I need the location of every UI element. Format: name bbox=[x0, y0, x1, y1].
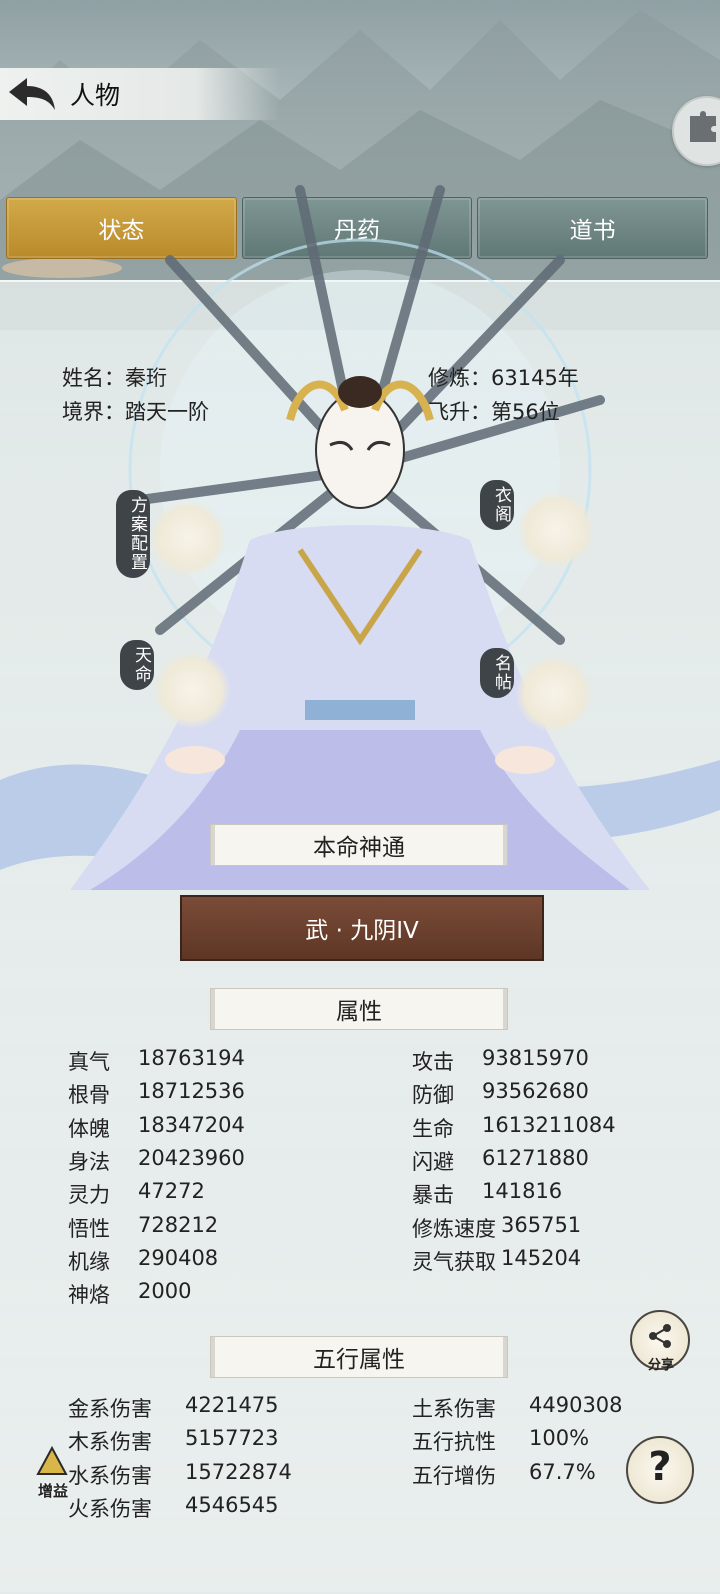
scroll-icon bbox=[150, 500, 226, 576]
stat-row: 攻击 93815970 bbox=[412, 1046, 589, 1076]
stat-label: 灵气获取 bbox=[412, 1249, 496, 1274]
stat-value: 100% bbox=[529, 1426, 590, 1451]
stat-row: 暴击 141816 bbox=[412, 1179, 562, 1209]
stat-label: 根骨 bbox=[68, 1083, 110, 1108]
stat-row: 悟性 728212 bbox=[68, 1213, 218, 1243]
plan-config-button[interactable]: 方案配置 bbox=[110, 490, 230, 590]
stat-value: 4221475 bbox=[185, 1393, 279, 1417]
stat-label: 神烙 bbox=[68, 1283, 110, 1308]
stat-value: 93815970 bbox=[482, 1046, 589, 1070]
stat-label: 闪避 bbox=[412, 1149, 454, 1174]
stat-label: 木系伤害 bbox=[68, 1430, 152, 1455]
stat-label: 五行增伤 bbox=[412, 1463, 496, 1488]
stat-row: 机缘 290408 bbox=[68, 1246, 218, 1276]
share-label: 分享 bbox=[647, 1358, 674, 1373]
stat-label: 机缘 bbox=[68, 1249, 110, 1274]
stat-row: 真气 18763194 bbox=[68, 1046, 245, 1076]
cultivation-label: 修炼：63145年 bbox=[428, 366, 579, 390]
robe-icon bbox=[518, 492, 594, 568]
name-label: 姓名：秦珩 bbox=[62, 366, 167, 390]
stat-value: 4490308 bbox=[529, 1393, 623, 1417]
stat-label: 五行抗性 bbox=[412, 1430, 496, 1455]
stat-value: 61271880 bbox=[482, 1145, 589, 1170]
stat-row: 灵力 47272 bbox=[68, 1179, 205, 1209]
boost-button[interactable]: 增益 bbox=[26, 1444, 80, 1504]
stat-value: 20423960 bbox=[138, 1145, 245, 1170]
stat-row: 修炼速度 365751 bbox=[412, 1213, 581, 1243]
card-icon bbox=[516, 656, 592, 732]
stat-row: 灵气获取 145204 bbox=[412, 1246, 581, 1276]
stat-row: 防御 93562680 bbox=[412, 1079, 589, 1109]
stat-value: 18712536 bbox=[138, 1079, 245, 1104]
stat-value: 290408 bbox=[138, 1245, 219, 1270]
stat-row: 金系伤害 4221475 bbox=[68, 1393, 279, 1423]
wardrobe-label: 衣阁 bbox=[480, 480, 514, 530]
back-button[interactable] bbox=[0, 68, 64, 120]
share-button[interactable]: 分享 bbox=[630, 1310, 690, 1373]
stat-label: 生命 bbox=[412, 1116, 454, 1141]
name-card-button[interactable]: 名帖 bbox=[480, 648, 600, 748]
stat-value: 728212 bbox=[138, 1212, 219, 1237]
share-icon bbox=[649, 1324, 671, 1348]
stat-label: 暴击 bbox=[412, 1183, 454, 1208]
boost-icon bbox=[36, 1445, 68, 1475]
elements-heading: 五行属性 bbox=[210, 1336, 508, 1378]
help-button[interactable]: ? bbox=[626, 1436, 694, 1504]
stat-value: 365751 bbox=[501, 1212, 582, 1237]
stat-row: 生命 1613211084 bbox=[412, 1113, 616, 1143]
stat-label: 身法 bbox=[68, 1149, 110, 1174]
stat-value: 4546545 bbox=[185, 1492, 279, 1517]
plan-config-label: 方案配置 bbox=[116, 490, 150, 578]
innate-heading: 本命神通 bbox=[210, 824, 508, 866]
stat-value: 18347204 bbox=[138, 1112, 245, 1137]
name-card-label: 名帖 bbox=[480, 648, 514, 698]
innate-skill-button[interactable]: 武 · 九阴IV bbox=[180, 895, 544, 961]
stat-value: 2000 bbox=[138, 1279, 192, 1304]
fate-button[interactable]: 天命 bbox=[116, 640, 236, 740]
stat-row: 水系伤害 15722874 bbox=[68, 1460, 292, 1490]
boost-label: 增益 bbox=[37, 1482, 68, 1500]
stat-row: 体魄 18347204 bbox=[68, 1113, 245, 1143]
stat-row: 五行抗性 100% bbox=[412, 1426, 589, 1456]
stat-label: 土系伤害 bbox=[412, 1397, 496, 1421]
wardrobe-button[interactable]: 衣阁 bbox=[480, 480, 600, 580]
page-title: 人物 bbox=[70, 81, 121, 110]
stat-row: 火系伤害 4546545 bbox=[68, 1493, 279, 1523]
stat-value: 5157723 bbox=[185, 1426, 279, 1451]
ascension-label: 飞升：第56位 bbox=[428, 400, 560, 424]
back-arrow-icon bbox=[9, 78, 55, 110]
stat-row: 五行增伤 67.7% bbox=[412, 1460, 596, 1490]
stat-value: 47272 bbox=[138, 1179, 205, 1204]
stat-label: 修炼速度 bbox=[412, 1216, 496, 1241]
stat-value: 15722874 bbox=[185, 1459, 292, 1484]
stat-label: 真气 bbox=[68, 1050, 110, 1074]
stat-label: 灵力 bbox=[68, 1183, 110, 1208]
taiji-icon bbox=[154, 652, 230, 728]
stat-label: 体魄 bbox=[68, 1116, 110, 1141]
stat-value: 141816 bbox=[482, 1179, 563, 1204]
stat-value: 1613211084 bbox=[482, 1112, 616, 1137]
stat-label: 防御 bbox=[412, 1083, 454, 1108]
fate-label: 天命 bbox=[120, 640, 154, 690]
realm-label: 境界：踏天一阶 bbox=[62, 400, 209, 424]
stat-row: 木系伤害 5157723 bbox=[68, 1426, 279, 1456]
stat-value: 145204 bbox=[501, 1245, 582, 1270]
stat-label: 金系伤害 bbox=[68, 1397, 152, 1421]
stat-label: 火系伤害 bbox=[68, 1496, 152, 1521]
stat-row: 神烙 2000 bbox=[68, 1279, 191, 1309]
stat-label: 水系伤害 bbox=[68, 1463, 152, 1488]
stat-value: 18763194 bbox=[138, 1046, 245, 1070]
top-bar: 人物 bbox=[0, 68, 280, 120]
stat-value: 93562680 bbox=[482, 1079, 589, 1104]
stat-label: 悟性 bbox=[68, 1216, 110, 1241]
stat-row: 闪避 61271880 bbox=[412, 1146, 589, 1176]
stat-label: 攻击 bbox=[412, 1050, 454, 1074]
attributes-heading: 属性 bbox=[210, 988, 508, 1030]
help-icon: ? bbox=[648, 1444, 672, 1490]
stat-row: 土系伤害 4490308 bbox=[412, 1393, 623, 1423]
stat-value: 67.7% bbox=[529, 1459, 596, 1484]
stat-row: 身法 20423960 bbox=[68, 1146, 245, 1176]
stat-row: 根骨 18712536 bbox=[68, 1079, 245, 1109]
